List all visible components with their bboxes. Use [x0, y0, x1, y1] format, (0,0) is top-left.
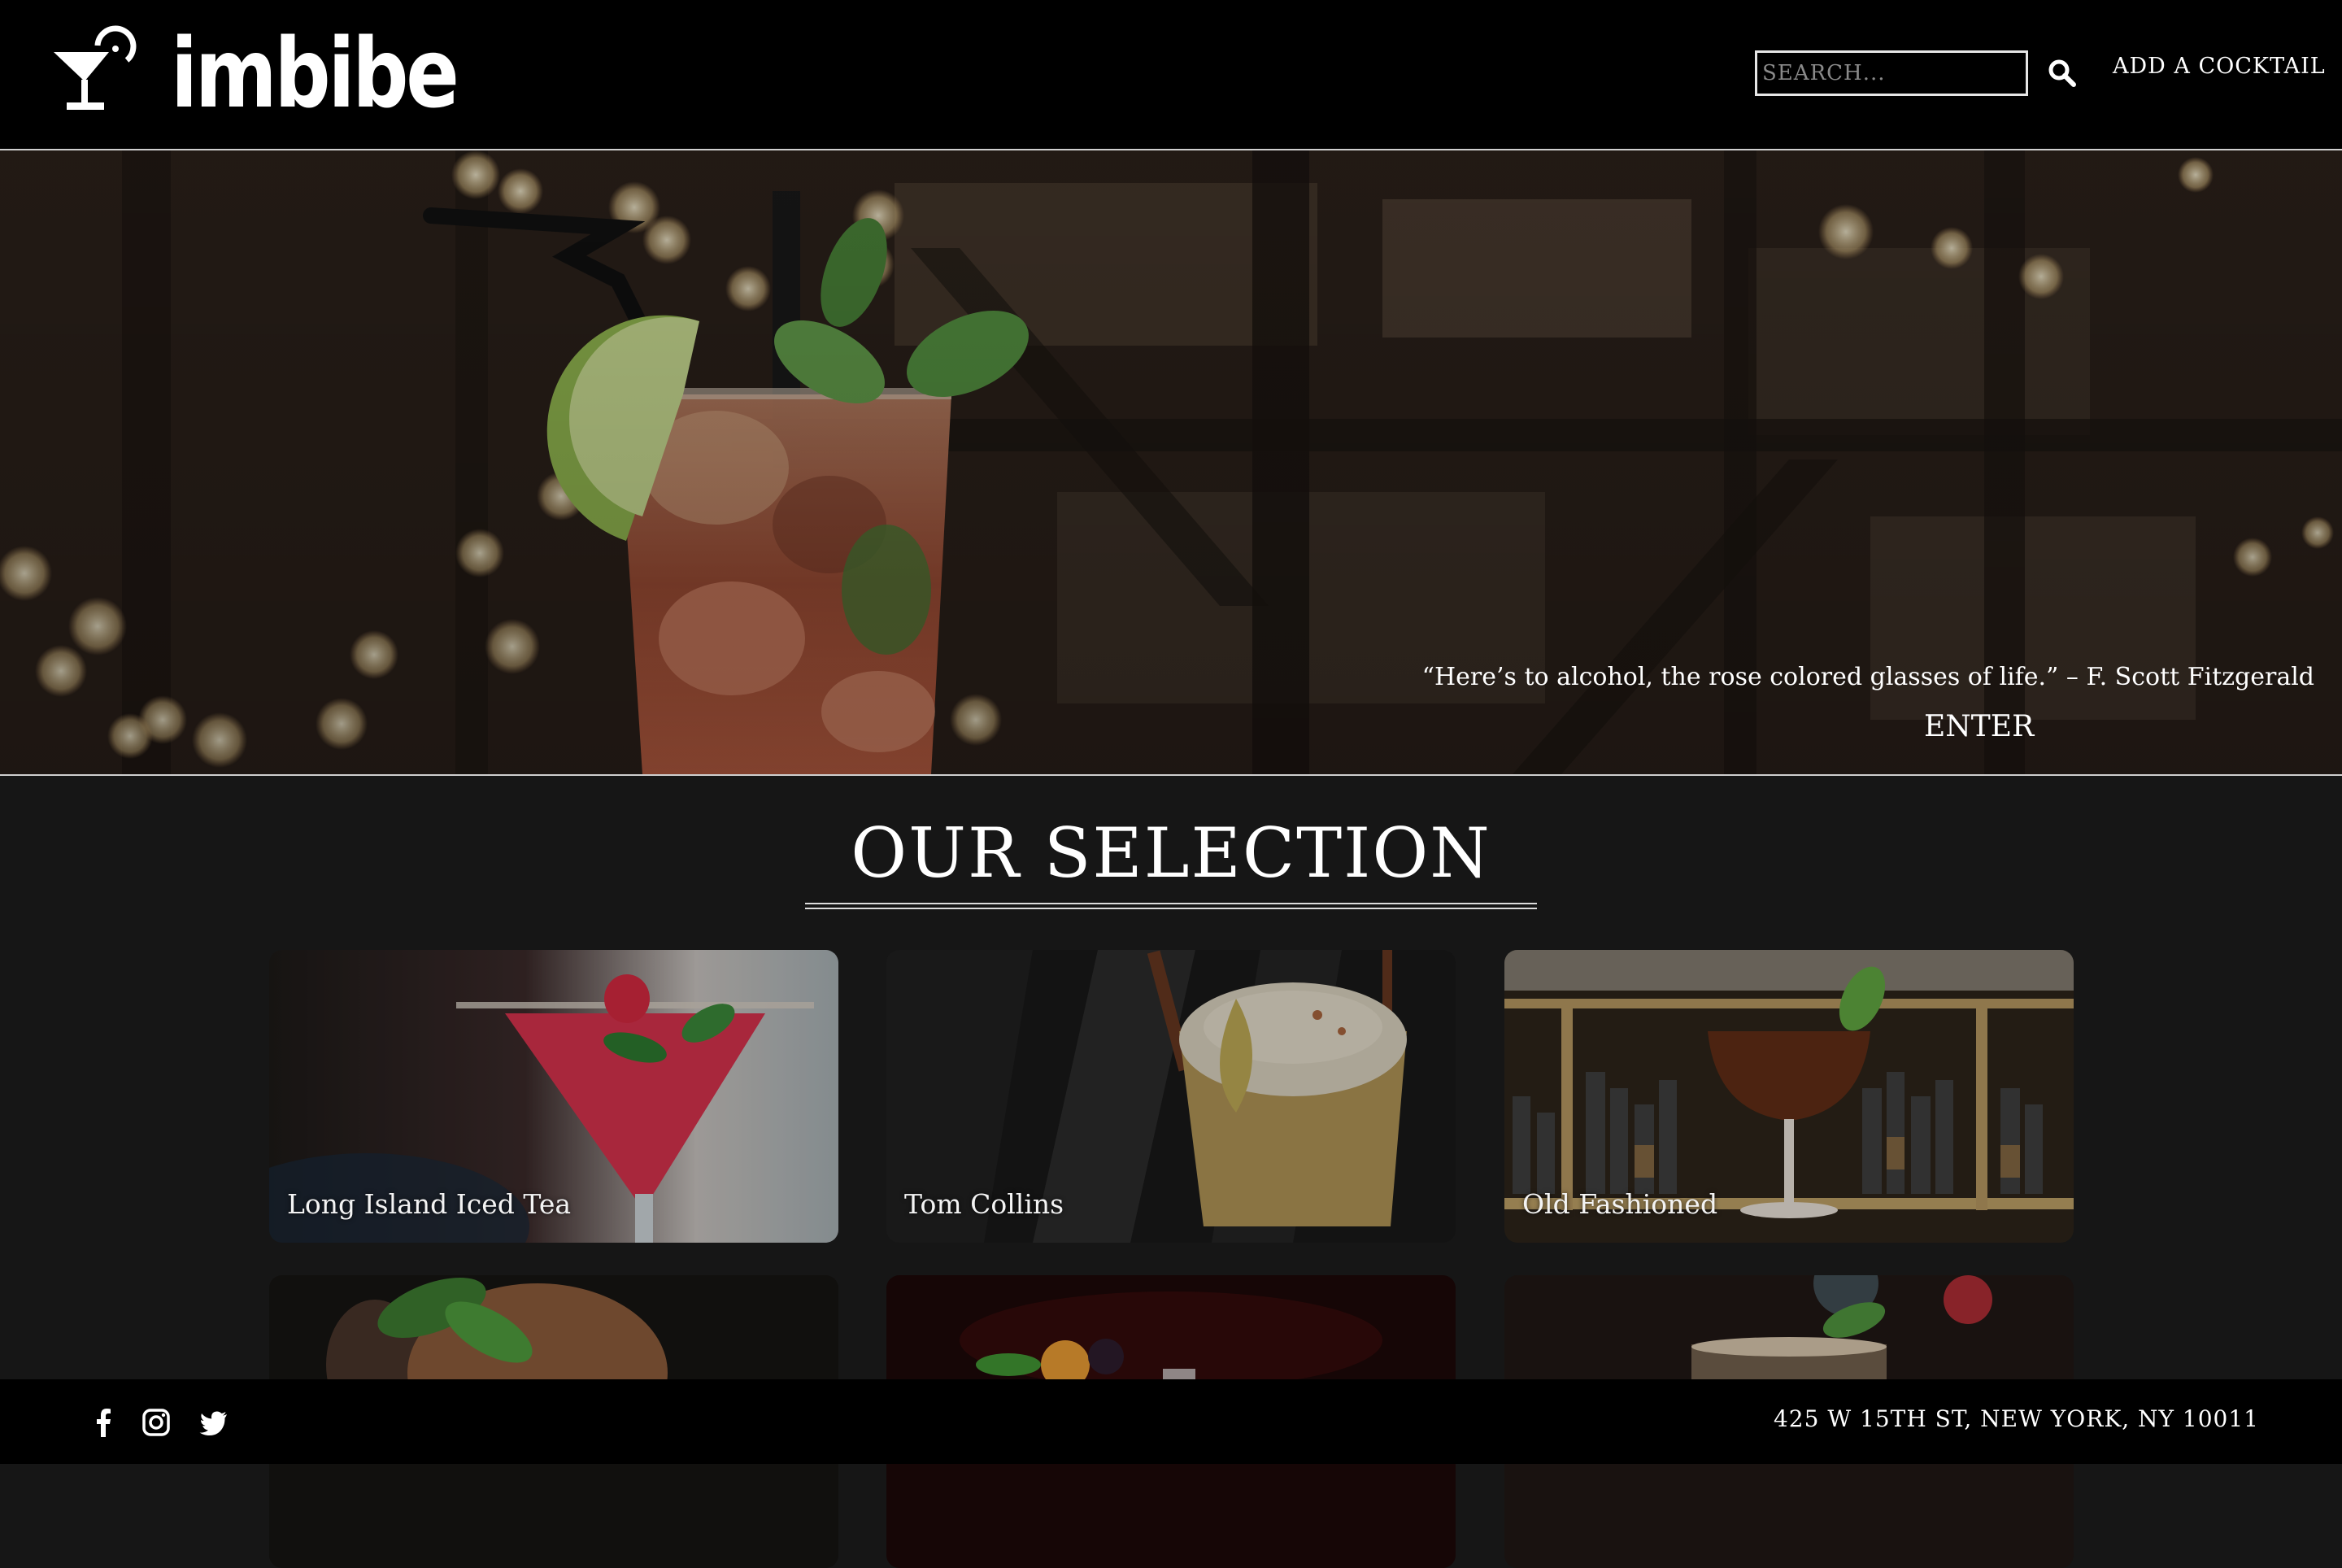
twitter-icon[interactable]: [198, 1406, 230, 1439]
search-box: [1755, 50, 2028, 96]
hero-quote: “Here’s to alcohol, the rose colored gla…: [1421, 663, 2314, 691]
cocktail-card-tom-collins[interactable]: Tom Collins: [886, 950, 1456, 1243]
search-input[interactable]: [1757, 53, 2026, 94]
facebook-icon[interactable]: [88, 1406, 120, 1439]
add-cocktail-link[interactable]: ADD A COCKTAIL: [2113, 54, 2326, 79]
site-footer: 425 W 15TH ST, NEW YORK, NY 10011: [0, 1379, 2342, 1464]
cocktail-card-long-island[interactable]: Long Island Iced Tea: [269, 950, 838, 1243]
enter-button[interactable]: ENTER: [1924, 710, 2034, 743]
hero-banner: “Here’s to alcohol, the rose colored gla…: [0, 150, 2342, 776]
card-title: Old Fashioned: [1522, 1188, 1718, 1220]
title-divider: [805, 903, 1537, 909]
brand-logo[interactable]: imbibe: [49, 24, 520, 122]
section-title: OUR SELECTION: [851, 813, 1491, 893]
cocktail-card-old-fashioned[interactable]: Old Fashioned: [1504, 950, 2074, 1243]
card-title: Tom Collins: [904, 1188, 1064, 1220]
footer-address: 425 W 15TH ST, NEW YORK, NY 10011: [1773, 1405, 2259, 1432]
card-title: Long Island Iced Tea: [287, 1188, 572, 1220]
instagram-icon[interactable]: [140, 1406, 172, 1439]
site-header: imbibe ADD A COCKTAIL: [0, 0, 2342, 150]
search-icon[interactable]: [2046, 57, 2079, 89]
brand-name: imbibe: [171, 17, 459, 129]
cocktail-glass-icon: [54, 25, 137, 110]
